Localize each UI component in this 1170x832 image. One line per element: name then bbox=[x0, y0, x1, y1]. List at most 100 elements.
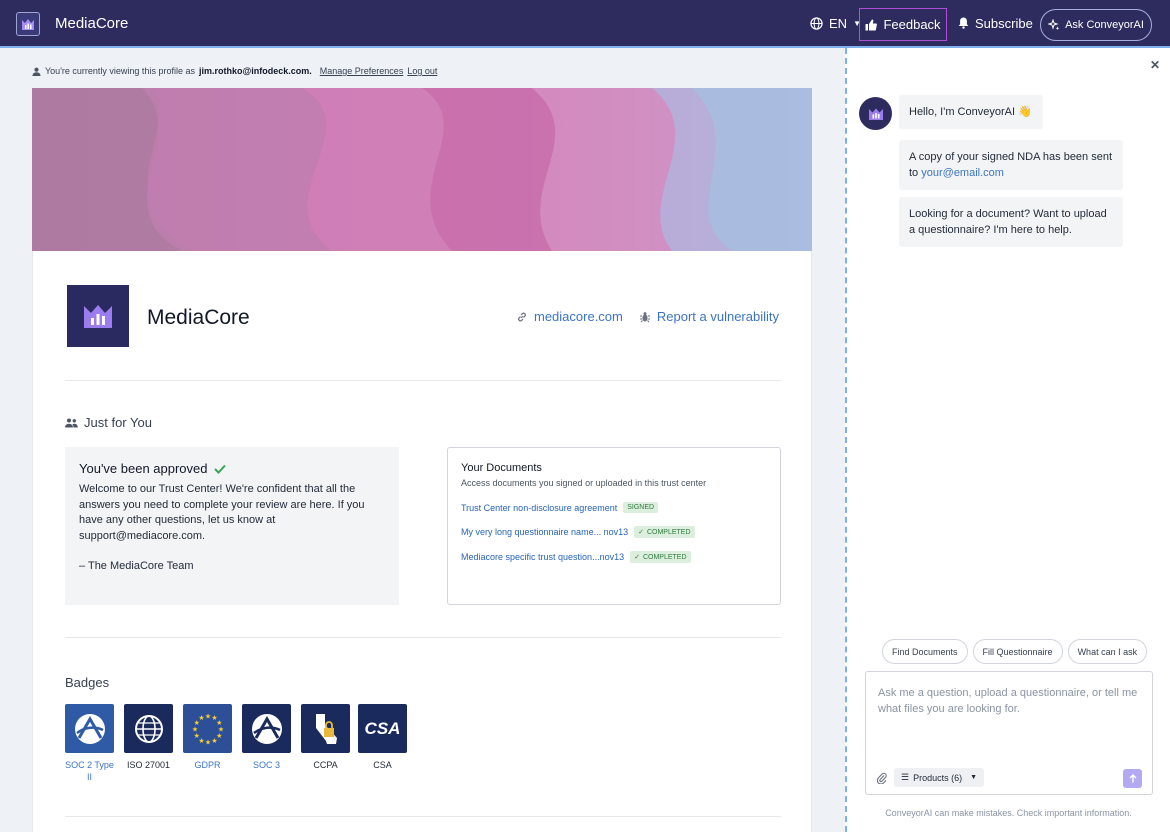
website-label: mediacore.com bbox=[534, 309, 623, 324]
company-links: mediacore.com Report a vulnerability bbox=[516, 309, 779, 324]
chip-fill-questionnaire[interactable]: Fill Questionnaire bbox=[972, 639, 1063, 664]
arrow-up-icon bbox=[1129, 774, 1136, 783]
eu-stars-icon: ★ ★ ★ ★ ★ ★ ★ ★ ★ ★ ★ ★ bbox=[183, 704, 232, 753]
language-label: EN bbox=[829, 15, 848, 31]
viewing-email: jim.rothko@infodeck.com. bbox=[198, 66, 312, 76]
viewing-prefix: You're currently viewing this profile as bbox=[45, 66, 195, 76]
thumbs-up-icon bbox=[865, 19, 878, 30]
badge-soc2[interactable]: SOC 2 Type II bbox=[65, 704, 114, 783]
chip-what-can-i-ask[interactable]: What can I ask bbox=[1067, 639, 1148, 664]
close-icon[interactable]: ✕ bbox=[1150, 58, 1160, 72]
csa-logo: CSA bbox=[358, 704, 407, 753]
your-documents-panel: Your Documents Access documents you sign… bbox=[447, 447, 781, 605]
divider bbox=[65, 637, 781, 638]
paperclip-icon[interactable] bbox=[876, 771, 887, 789]
chat-input[interactable]: Ask me a question, upload a questionnair… bbox=[865, 671, 1153, 795]
badge-iso27001[interactable]: ISO 27001 bbox=[124, 704, 173, 771]
chat-input-placeholder: Ask me a question, upload a questionnair… bbox=[878, 687, 1138, 715]
viewing-notice: You're currently viewing this profile as… bbox=[32, 66, 437, 76]
link-icon bbox=[518, 312, 526, 321]
bot-avatar bbox=[859, 97, 892, 130]
divider bbox=[65, 380, 781, 381]
approval-panel: You've been approved Welcome to our Trus… bbox=[65, 447, 399, 605]
user-icon bbox=[32, 67, 41, 76]
globe-icon bbox=[124, 704, 173, 753]
approved-title: You've been approved bbox=[79, 461, 208, 476]
badge-label: CSA bbox=[373, 760, 392, 770]
soc-aicpa-icon bbox=[242, 704, 291, 753]
subscribe-button[interactable]: Subscribe bbox=[958, 0, 1033, 46]
help-text: Looking for a document? Want to upload a… bbox=[909, 208, 1107, 236]
badge-label: ISO 27001 bbox=[126, 760, 171, 770]
main-content: You're currently viewing this profile as… bbox=[0, 48, 845, 832]
approved-heading: You've been approved bbox=[79, 461, 385, 476]
badge-label: SOC 3 bbox=[252, 760, 280, 770]
bell-icon bbox=[958, 17, 969, 29]
document-link[interactable]: Trust Center non-disclosure agreement bbox=[461, 503, 617, 513]
chip-find-documents[interactable]: Find Documents bbox=[882, 639, 968, 664]
approved-signoff: – The MediaCore Team bbox=[79, 560, 194, 572]
products-dropdown[interactable]: ☰ Products (6) ▼ bbox=[894, 768, 985, 787]
products-label: Products (6) bbox=[913, 772, 963, 783]
badge-soc3[interactable]: SOC 3 bbox=[242, 704, 291, 771]
star-icon: ★ bbox=[204, 738, 210, 746]
california-lock-icon bbox=[301, 704, 350, 753]
users-icon bbox=[65, 418, 78, 427]
top-bar: MediaCore EN ▼ Feedback Subscribe Ask Co… bbox=[0, 0, 1170, 48]
chat-message: A copy of your signed NDA has been sent … bbox=[899, 140, 1123, 190]
brand-name[interactable]: MediaCore bbox=[55, 15, 128, 32]
just-for-you-heading: Just for You bbox=[65, 415, 152, 430]
ai-disclaimer: ConveyorAI can make mistakes. Check impo… bbox=[885, 808, 1132, 818]
report-vulnerability-link[interactable]: Report a vulnerability bbox=[639, 309, 779, 324]
star-icon: ★ bbox=[198, 714, 204, 722]
soc-aicpa-icon bbox=[65, 704, 114, 753]
checkmark-icon bbox=[213, 464, 226, 474]
document-link[interactable]: Mediacore specific trust question...nov1… bbox=[461, 552, 624, 562]
badge-gdpr[interactable]: ★ ★ ★ ★ ★ ★ ★ ★ ★ ★ ★ ★ GDPR bbox=[183, 704, 232, 771]
badge-label: SOC 2 Type II bbox=[65, 760, 114, 782]
subscribe-label: Subscribe bbox=[975, 15, 1033, 31]
report-label: Report a vulnerability bbox=[656, 309, 779, 324]
logout-link[interactable]: Log out bbox=[407, 66, 437, 76]
documents-title: Your Documents bbox=[461, 462, 542, 474]
language-selector[interactable]: EN ▼ bbox=[810, 0, 861, 46]
documents-subtitle: Access documents you signed or uploaded … bbox=[461, 478, 707, 488]
chat-panel: ✕ Hello, I'm ConveyorAI 👋 A copy of your… bbox=[845, 48, 1170, 832]
sparkle-icon bbox=[1048, 19, 1060, 31]
bug-icon bbox=[639, 311, 650, 322]
manage-preferences-link[interactable]: Manage Preferences bbox=[320, 66, 404, 76]
star-icon: ★ bbox=[211, 736, 217, 744]
profile-card: MediaCore mediacore.com Report a vulnera… bbox=[32, 251, 812, 832]
website-link[interactable]: mediacore.com bbox=[516, 309, 623, 324]
nda-email[interactable]: your@email.com bbox=[921, 167, 1004, 179]
badge-csa[interactable]: CSA CSA bbox=[358, 704, 407, 771]
check-icon: ✓ bbox=[638, 529, 644, 536]
document-item[interactable]: Trust Center non-disclosure agreement SI… bbox=[461, 502, 767, 513]
ask-label: Ask ConveyorAI bbox=[1065, 19, 1144, 31]
chat-message: Hello, I'm ConveyorAI 👋 bbox=[899, 95, 1043, 129]
feedback-label: Feedback bbox=[883, 17, 941, 32]
hero-banner bbox=[32, 88, 812, 251]
globe-icon bbox=[810, 16, 823, 30]
document-link[interactable]: My very long questionnaire name... nov13 bbox=[461, 527, 628, 537]
document-item[interactable]: Mediacore specific trust question...nov1… bbox=[461, 551, 767, 563]
ask-conveyorai-button[interactable]: Ask ConveyorAI bbox=[1040, 9, 1152, 41]
caret-down-icon: ▼ bbox=[970, 774, 978, 781]
send-button[interactable] bbox=[1123, 769, 1142, 788]
brand-logo-icon[interactable] bbox=[16, 12, 40, 36]
approved-message: Welcome to our Trust Center! We're confi… bbox=[79, 483, 365, 542]
chat-message: Looking for a document? Want to upload a… bbox=[899, 197, 1123, 247]
list-icon: ☰ bbox=[901, 772, 910, 782]
feedback-button[interactable]: Feedback bbox=[859, 8, 947, 41]
badges-title: Badges bbox=[65, 675, 110, 690]
suggestion-chips: Find Documents Fill Questionnaire What c… bbox=[882, 639, 1148, 664]
divider bbox=[65, 816, 781, 817]
company-name: MediaCore bbox=[147, 306, 250, 329]
badge-label: CCPA bbox=[313, 760, 338, 770]
company-logo bbox=[67, 285, 129, 347]
just-for-you-title: Just for You bbox=[84, 415, 152, 430]
status-badge: SIGNED bbox=[623, 502, 659, 513]
badge-ccpa[interactable]: CCPA bbox=[301, 704, 350, 771]
document-item[interactable]: My very long questionnaire name... nov13… bbox=[461, 526, 767, 538]
star-icon: ★ bbox=[204, 712, 210, 720]
